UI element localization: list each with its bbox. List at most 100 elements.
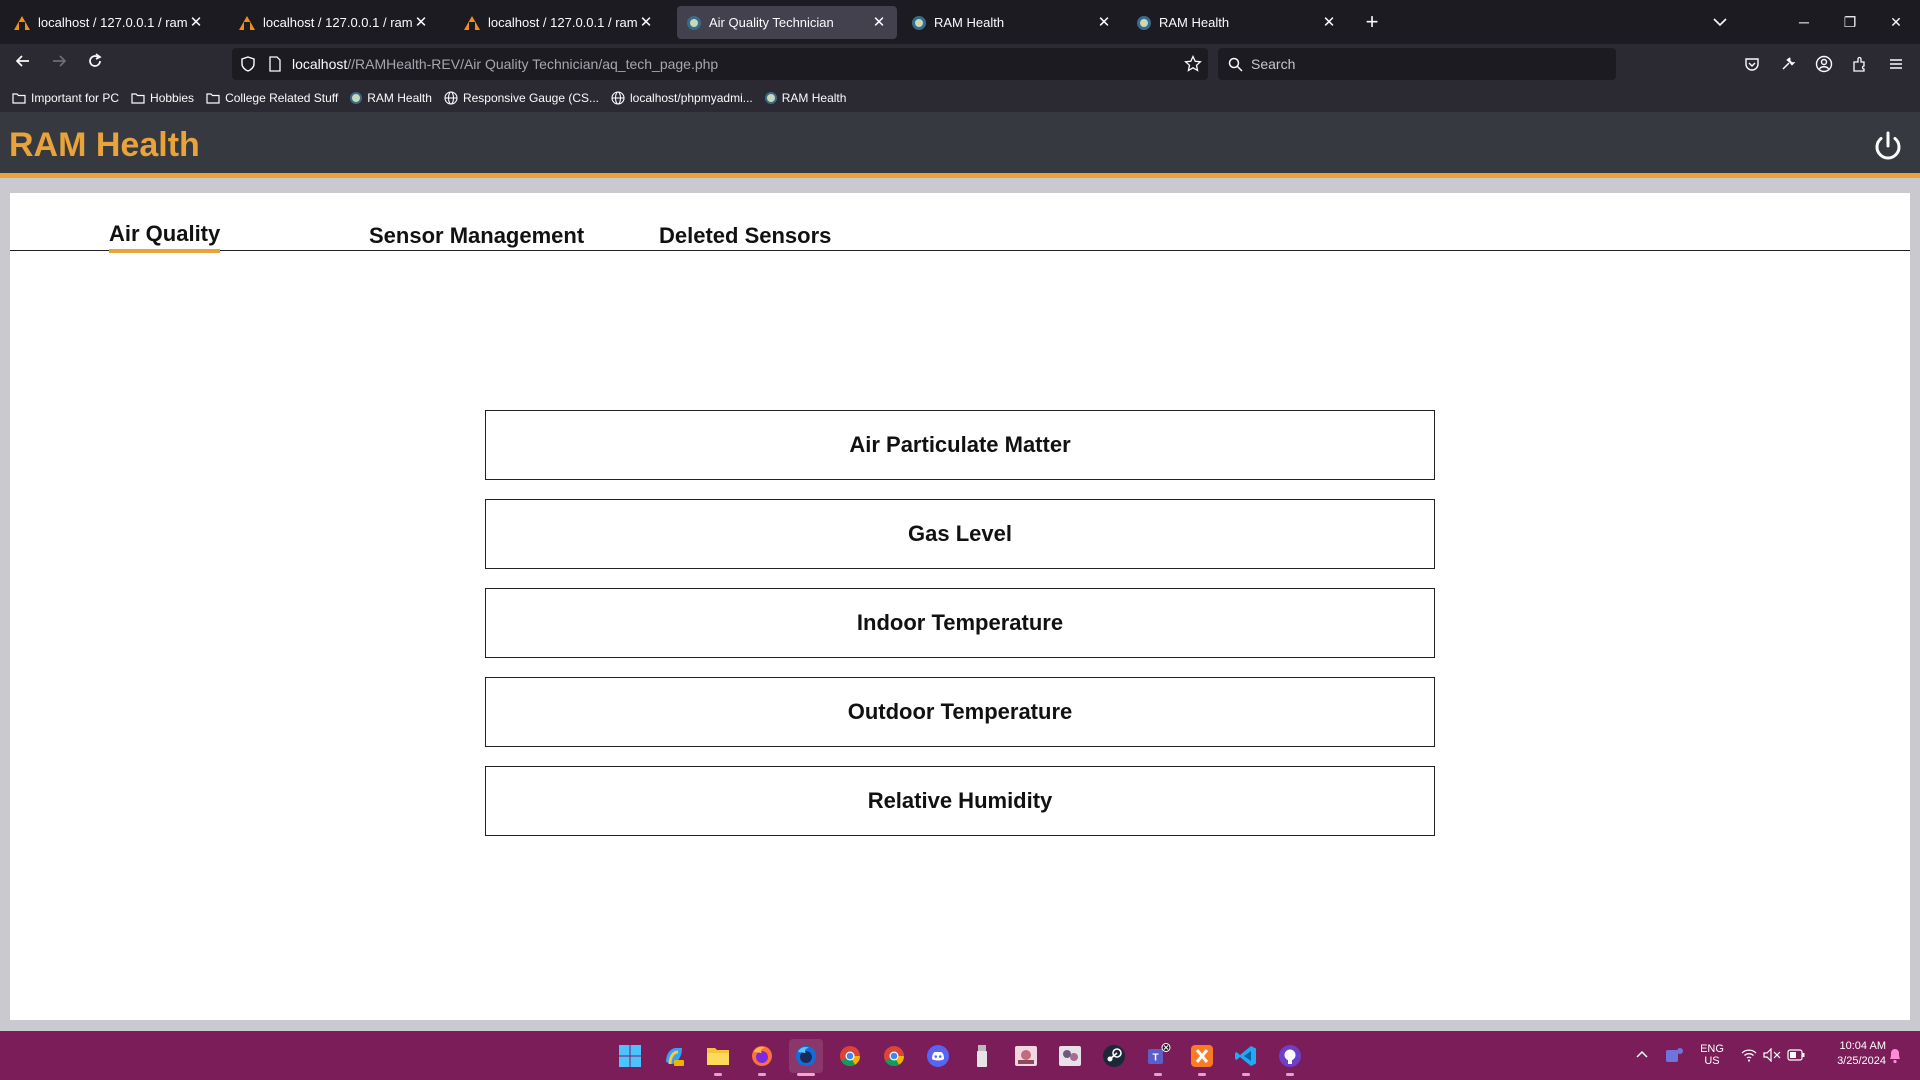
gas-level-button[interactable]: Gas Level [485,499,1435,569]
page-icon[interactable] [268,56,282,72]
steam-icon[interactable] [1097,1039,1131,1073]
power-logout-icon[interactable] [1871,130,1905,164]
chrome-icon[interactable] [877,1039,911,1073]
air-particulate-matter-button[interactable]: Air Particulate Matter [485,410,1435,480]
bookmark-responsive-gauge[interactable]: Responsive Gauge (CS... [444,91,599,105]
reload-button[interactable] [81,50,109,78]
folder-icon [12,93,26,104]
ram-health-icon [764,92,777,104]
tab-title: RAM Health [1159,15,1230,30]
running-indicator [1242,1073,1250,1076]
minimize-button[interactable]: ─ [1781,8,1827,36]
bookmarks-toolbar: Important for PC Hobbies College Related… [0,84,1920,112]
bookmark-hobbies[interactable]: Hobbies [131,91,194,105]
chrome-icon[interactable] [833,1039,867,1073]
browser-tab-2[interactable]: localhost / 127.0.0.1 / ramhealth ✕ [229,6,439,39]
clock-date: 3/25/2024 [1837,1055,1886,1067]
start-icon[interactable] [613,1039,647,1073]
indoor-temperature-button[interactable]: Indoor Temperature [485,588,1435,658]
tab-title: localhost / 127.0.0.1 / ramhealth [488,15,638,30]
search-input[interactable] [1251,56,1591,72]
bookmark-label: Hobbies [150,91,195,105]
bookmark-ram-health[interactable]: RAM Health [350,91,432,105]
file-explorer-icon[interactable] [701,1039,735,1076]
vscode-icon[interactable] [1229,1039,1263,1076]
github-desktop-icon[interactable] [1273,1039,1307,1076]
browser-tab-3[interactable]: localhost / 127.0.0.1 / ramhealth ✕ [454,6,664,39]
account-icon[interactable] [1810,50,1838,78]
tab-air-quality[interactable]: Air Quality [109,221,221,253]
bookmark-ram-health-2[interactable]: RAM Health [764,91,846,105]
back-arrow-icon [15,55,29,67]
clock-time: 10:04 AM [1839,1040,1886,1052]
clock[interactable]: 10:04 AM 3/25/2024 [1814,1040,1886,1067]
tab-deleted-sensors[interactable]: Deleted Sensors [659,223,831,249]
show-hidden-icons-chevron-icon[interactable] [1635,1049,1649,1059]
folder-icon [206,93,220,104]
shield-icon[interactable] [240,56,256,72]
close-tab-icon[interactable]: ✕ [1321,14,1337,31]
close-tab-icon[interactable]: ✕ [871,14,887,31]
notification-bell-icon[interactable] [1888,1046,1902,1064]
page-tabs: Air Quality Sensor Management Deleted Se… [10,193,1910,253]
phpmyadmin-icon [14,15,30,30]
browser-tab-1[interactable]: localhost / 127.0.0.1 / ramhealth ✕ [4,6,214,39]
tab-title: localhost / 127.0.0.1 / ramhealth [263,15,413,30]
browser-tab-5[interactable]: RAM Health ✕ [902,6,1122,39]
tab-sensor-management[interactable]: Sensor Management [369,223,584,249]
language-indicator[interactable]: ENG US [1698,1043,1726,1067]
globe-icon [444,91,458,105]
bookmark-important-for-pc[interactable]: Important for PC [12,91,119,105]
bookmark-phpmyadmin[interactable]: localhost/phpmyadmi... [611,91,753,105]
outdoor-temperature-button[interactable]: Outdoor Temperature [485,677,1435,747]
photos-icon[interactable] [1009,1039,1043,1073]
bookmark-college-related-stuff[interactable]: College Related Stuff [206,91,338,105]
close-tab-icon[interactable]: ✕ [413,14,429,31]
copilot-icon[interactable] [657,1039,691,1073]
tab-title: RAM Health [934,15,1005,30]
running-indicator [1198,1073,1206,1076]
bookmark-label: RAM Health [367,91,432,105]
url-host: localhost [292,56,348,72]
volume-muted-icon[interactable] [1763,1048,1781,1062]
browser-nav-bar: localhost//RAMHealth-REV/Air Quality Tec… [0,44,1920,84]
restore-button[interactable]: ❐ [1827,8,1873,36]
bookmark-star-icon[interactable] [1184,55,1202,73]
battery-icon[interactable] [1787,1049,1805,1061]
search-bar[interactable] [1218,48,1616,80]
relative-humidity-button[interactable]: Relative Humidity [485,766,1435,836]
browser-tab-4-active[interactable]: Air Quality Technician ✕ [677,6,897,39]
pocket-icon[interactable] [1738,50,1766,78]
firefox-icon[interactable] [745,1039,779,1076]
firefox-developer-icon[interactable] [789,1039,823,1076]
photos-icon[interactable] [1053,1039,1087,1073]
xampp-icon[interactable] [1185,1039,1219,1076]
browser-tab-bar: localhost / 127.0.0.1 / ramhealth ✕ loca… [0,0,1920,44]
url-bar[interactable]: localhost//RAMHealth-REV/Air Quality Tec… [232,48,1208,80]
menu-icon[interactable] [1882,50,1910,78]
tab-title: Air Quality Technician [709,15,834,30]
extensions-icon[interactable] [1846,50,1874,78]
close-tab-icon[interactable]: ✕ [1096,14,1112,31]
wrench-icon[interactable] [1774,50,1802,78]
ram-health-icon [350,92,363,104]
back-button[interactable] [9,50,37,78]
running-indicator [1154,1073,1162,1076]
running-indicator [1286,1073,1294,1076]
teams-tray-icon[interactable] [1663,1044,1685,1066]
region-code: US [1704,1055,1720,1067]
forward-button[interactable] [45,50,73,78]
discord-icon[interactable] [921,1039,955,1073]
list-all-tabs-icon[interactable] [1710,12,1730,32]
browser-tab-6[interactable]: RAM Health ✕ [1127,6,1347,39]
wifi-icon[interactable] [1741,1048,1757,1062]
close-tab-icon[interactable]: ✕ [638,14,654,31]
close-tab-icon[interactable]: ✕ [188,14,204,31]
ram-health-icon [912,15,926,30]
forward-arrow-icon [53,55,67,67]
new-tab-button[interactable]: + [1360,10,1384,34]
teams-icon[interactable]: T [1141,1039,1175,1076]
usb-drive-icon[interactable] [965,1039,999,1073]
close-window-button[interactable]: ✕ [1873,8,1919,36]
ram-health-icon [1137,15,1151,30]
